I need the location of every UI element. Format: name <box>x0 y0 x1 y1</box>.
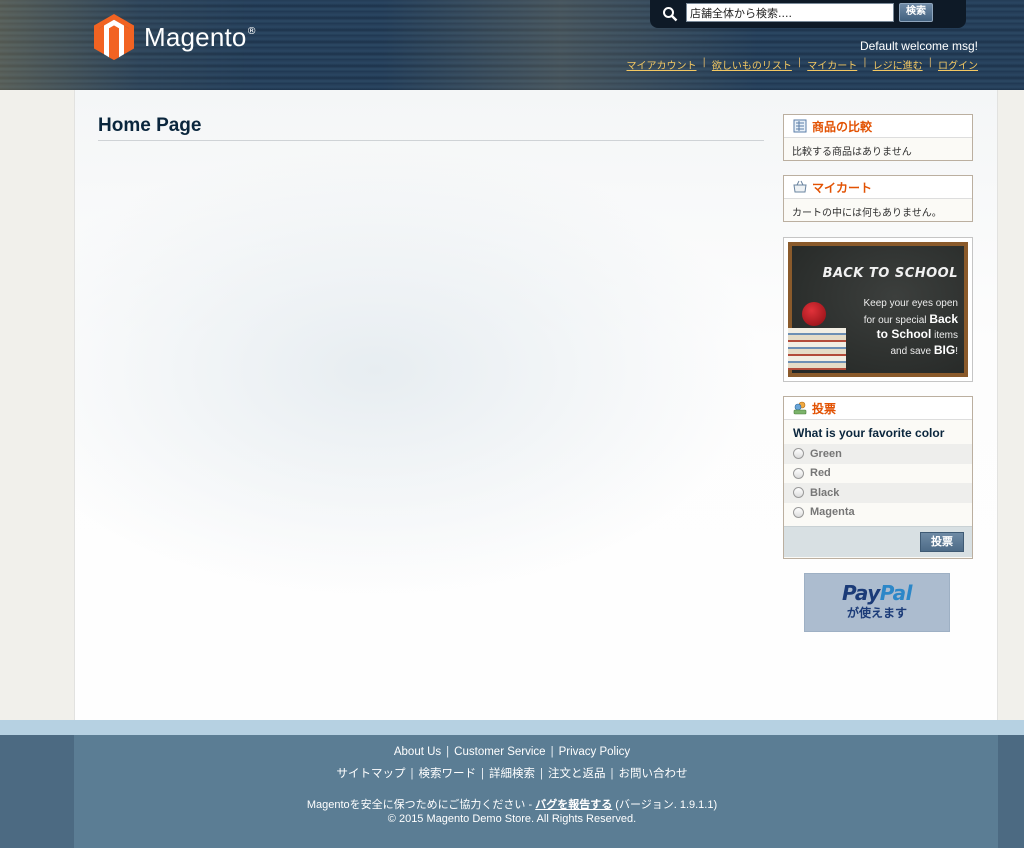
logo-text: Magento <box>144 21 247 52</box>
poll-option-magenta[interactable]: Magenta <box>784 503 972 523</box>
vote-button[interactable]: 投票 <box>920 532 964 552</box>
cart-block-title: マイカート <box>812 180 873 195</box>
store-logo[interactable]: Magento ® <box>94 14 257 60</box>
banner-line-2: for our special Back <box>863 312 958 326</box>
compare-block: 商品の比較 比較する商品はありません <box>783 114 973 161</box>
footer-link-about-us[interactable]: About Us <box>394 746 441 758</box>
report-bug-link[interactable]: バグを報告する <box>535 799 612 811</box>
back-to-school-banner[interactable]: BACK TO SCHOOL Keep your eyes open for o… <box>783 237 973 382</box>
footer-link-customer-service[interactable]: Customer Service <box>454 746 545 758</box>
link-separator: | <box>797 57 802 68</box>
site-header: Magento ® 検索 Default welcome msg! マイアカウン… <box>0 0 1024 90</box>
radio-button[interactable] <box>793 448 804 460</box>
logo-registered-mark: ® <box>246 25 257 37</box>
compare-icon <box>793 119 807 133</box>
link-separator: | <box>863 57 867 68</box>
poll-block: 投票 What is your favorite color Green Red… <box>783 396 973 559</box>
footer-link-contact-us[interactable]: お問い合わせ <box>619 768 688 780</box>
footer-links-secondary: サイトマップ | 検索ワード | 詳細検索 | 注文と返品 | お問い合わせ <box>336 768 688 780</box>
poll-icon <box>793 401 807 415</box>
cart-icon <box>793 180 807 193</box>
paypal-subtitle: が使えます <box>846 606 907 620</box>
welcome-message: Default welcome msg! <box>859 39 978 53</box>
cart-block-header: マイカート <box>784 176 972 199</box>
page-title: Home Page <box>98 115 202 136</box>
link-separator: | <box>702 57 706 68</box>
search-button[interactable]: 検索 <box>899 3 933 22</box>
banner-line-3: to School items <box>876 327 958 341</box>
top-link-login[interactable]: ログイン <box>938 57 978 72</box>
top-link-wishlist[interactable]: 欲しいものリスト <box>712 57 792 72</box>
footer-link-advanced-search[interactable]: 詳細検索 <box>489 768 535 780</box>
footer-copyright: © 2015 Magento Demo Store. All Rights Re… <box>387 813 637 825</box>
top-link-checkout[interactable]: レジに進む <box>873 57 923 72</box>
compare-block-text: 比較する商品はありません <box>792 147 912 158</box>
footer-bug-notice: Magentoを安全に保つためにご協力ください - バグを報告する (バージョン… <box>306 799 718 811</box>
poll-option-red[interactable]: Red <box>784 464 972 484</box>
poll-block-header: 投票 <box>784 397 972 420</box>
search-input[interactable] <box>686 3 894 22</box>
footer-link-orders-returns[interactable]: 注文と返品 <box>548 768 606 780</box>
banner-line-1: Keep your eyes open <box>863 298 958 309</box>
poll-option-green[interactable]: Green <box>784 444 972 464</box>
footer-links-primary: About Us | Customer Service | Privacy Policy <box>393 746 631 758</box>
poll-question: What is your favorite color <box>793 426 945 440</box>
link-separator: | <box>928 57 932 68</box>
footer-link-search-terms[interactable]: 検索ワード <box>419 768 477 780</box>
books-image <box>788 328 846 370</box>
top-link-my-cart[interactable]: マイカート <box>807 57 857 72</box>
apple-image <box>802 302 826 326</box>
radio-button[interactable] <box>793 506 804 518</box>
poll-block-title: 投票 <box>812 401 837 416</box>
footer-band <box>0 720 1024 735</box>
title-divider <box>98 140 764 141</box>
poll-option-black[interactable]: Black <box>784 483 972 503</box>
banner-image: BACK TO SCHOOL Keep your eyes open for o… <box>788 242 968 377</box>
cart-block: マイカート カートの中には何もありません。 <box>783 175 973 222</box>
banner-headline: BACK TO SCHOOL <box>822 266 958 281</box>
banner-line-4: and save BIG! <box>890 343 959 357</box>
footer-link-sitemap[interactable]: サイトマップ <box>337 768 406 780</box>
compare-block-header: 商品の比較 <box>784 115 972 138</box>
search-box: 検索 <box>650 0 966 28</box>
search-icon[interactable] <box>662 6 678 22</box>
top-links: マイアカウント | 欲しいものリスト | マイカート | レジに進む | ログイ… <box>627 57 979 72</box>
radio-button[interactable] <box>793 467 804 479</box>
paypal-banner[interactable]: PayPal が使えます <box>804 573 950 632</box>
compare-block-title: 商品の比較 <box>812 119 873 134</box>
magento-logo-icon <box>94 14 134 60</box>
poll-footer: 投票 <box>784 526 972 557</box>
top-link-my-account[interactable]: マイアカウント <box>627 57 697 72</box>
footer-link-privacy-policy[interactable]: Privacy Policy <box>559 746 631 758</box>
paypal-logo: PayPal <box>841 581 913 605</box>
radio-button[interactable] <box>793 487 804 499</box>
cart-block-text: カートの中には何もありません。 <box>792 208 942 219</box>
